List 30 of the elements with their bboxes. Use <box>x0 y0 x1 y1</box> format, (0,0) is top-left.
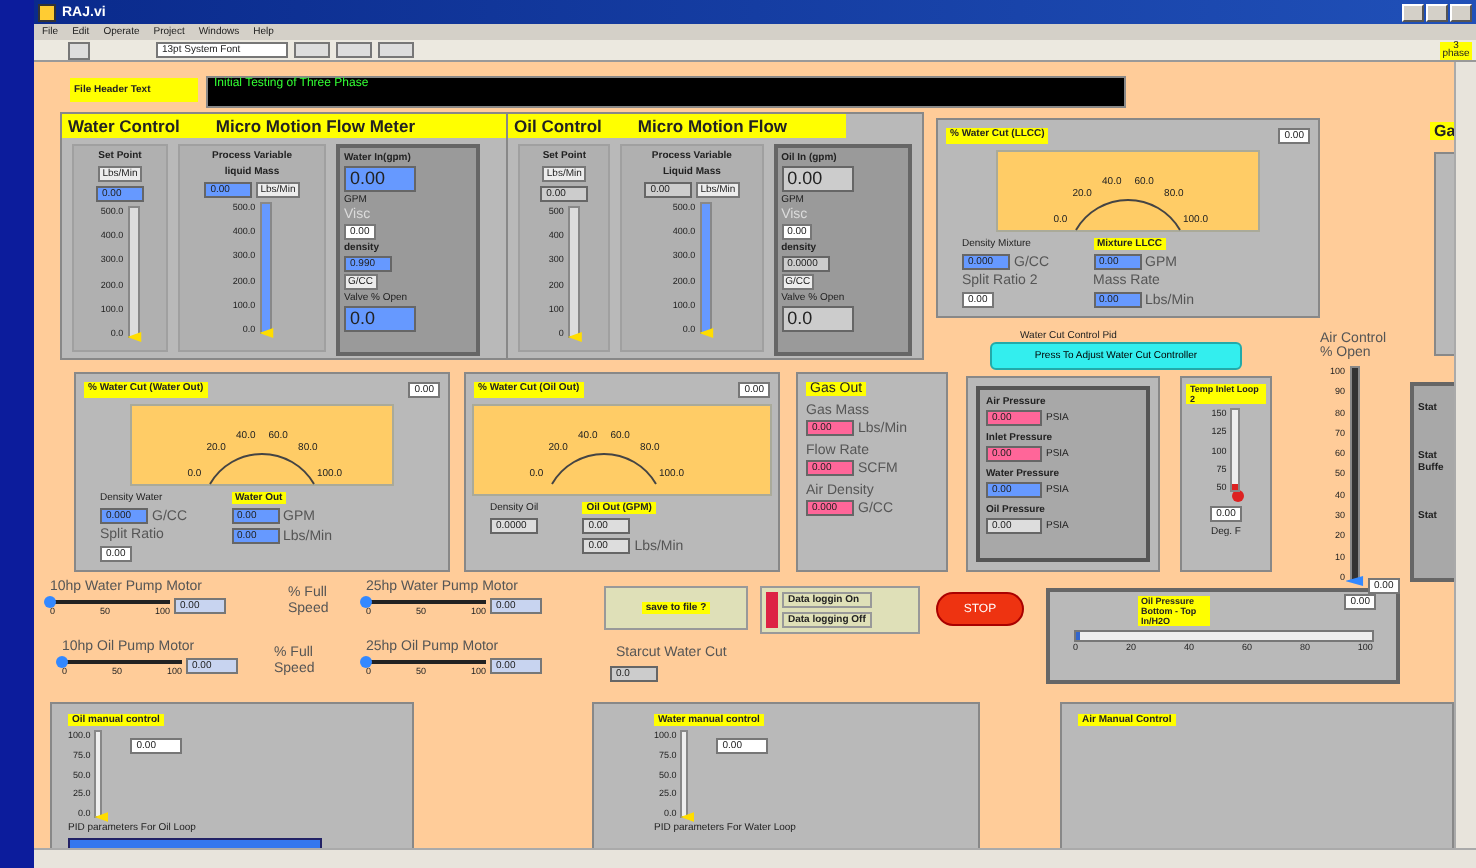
vertical-scrollbar[interactable] <box>1454 62 1476 848</box>
panel-title: Water Control <box>68 116 180 136</box>
slider-thumb[interactable] <box>680 812 695 822</box>
slider-thumb[interactable] <box>567 332 582 342</box>
pid-parameters-field[interactable] <box>68 838 322 848</box>
panel-subtitle: Micro Motion Flow Meter <box>215 116 416 136</box>
align-dropdown[interactable] <box>294 42 330 58</box>
slider-thumb[interactable] <box>44 596 56 608</box>
valve-display: 0.0 <box>781 306 854 332</box>
distribute-dropdown[interactable] <box>336 42 372 58</box>
panel-subtitle: Micro Motion Flow <box>637 116 788 136</box>
slider-thumb[interactable] <box>360 656 372 668</box>
maximize-button[interactable] <box>1426 3 1448 21</box>
app-icon <box>38 3 56 21</box>
horizontal-scrollbar[interactable] <box>34 848 1476 868</box>
slider-thumb[interactable] <box>127 332 142 342</box>
panel-title: Oil Control <box>514 116 602 136</box>
slider-thumb[interactable] <box>56 656 68 668</box>
slider-thumb[interactable] <box>1345 576 1364 586</box>
slider-thumb[interactable] <box>360 596 372 608</box>
slider-thumb[interactable] <box>94 812 109 822</box>
reorder-dropdown[interactable] <box>378 42 414 58</box>
close-button[interactable] <box>1450 3 1472 21</box>
gauge-arc <box>208 452 316 486</box>
minimize-button[interactable] <box>1402 3 1424 21</box>
valve-display: 0.0 <box>344 306 416 332</box>
flow-display: 0.00 <box>344 166 416 192</box>
gauge-arc <box>550 452 658 486</box>
gauge-arc <box>1074 198 1182 232</box>
flow-display: 0.00 <box>781 166 854 192</box>
